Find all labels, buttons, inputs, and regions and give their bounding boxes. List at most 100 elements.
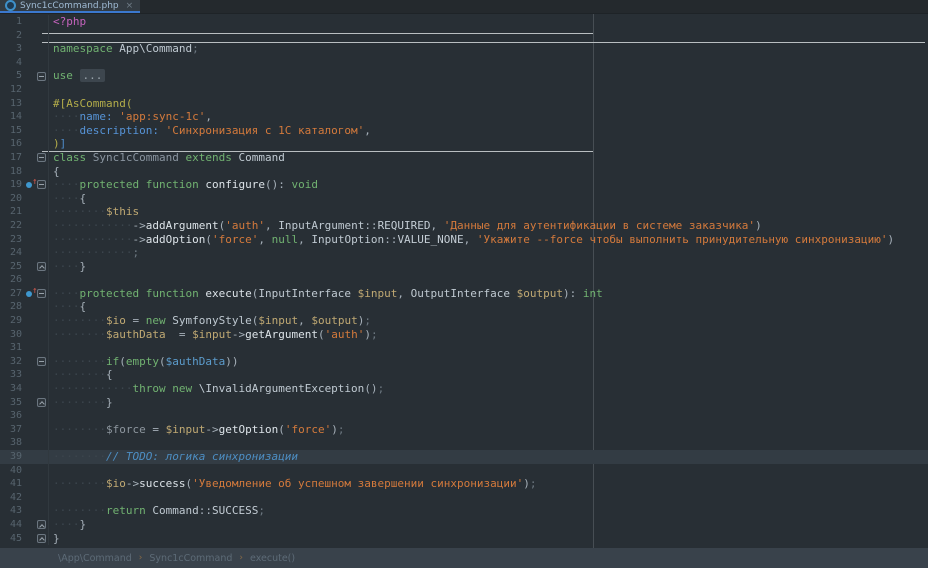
fold-collapse-icon[interactable] xyxy=(37,289,46,299)
fold-end-icon[interactable] xyxy=(37,397,46,407)
ide-window: Sync1cCommand.php × 1 <?php 2 3 namespace Ap… xyxy=(0,0,928,568)
code-line[interactable]: 19 ····protected function configure(): vo… xyxy=(0,177,928,192)
code-line[interactable]: 21 ········$this xyxy=(0,205,928,219)
fold-end-icon[interactable] xyxy=(37,520,46,530)
tab-sync1ccommand-php[interactable]: Sync1cCommand.php × xyxy=(0,0,141,13)
code-line[interactable]: 27 ····protected function execute(InputIn… xyxy=(0,286,928,301)
code-text xyxy=(48,82,928,97)
code-text: ············throw new \InvalidArgumentEx… xyxy=(48,382,928,396)
line-number: 40 xyxy=(9,464,22,476)
fold-collapse-icon[interactable] xyxy=(37,180,46,190)
overrides-method-icon[interactable] xyxy=(25,286,38,299)
code-line[interactable]: 41 ········$io->success('Уведомление об у… xyxy=(0,477,928,491)
fold-end-icon[interactable] xyxy=(37,533,46,543)
fold-collapse-icon[interactable] xyxy=(37,153,46,163)
line-number: 44 xyxy=(9,518,22,530)
line-number: 28 xyxy=(9,301,22,313)
code-text: ····{ xyxy=(48,191,928,206)
line-number: 26 xyxy=(9,274,22,286)
code-line[interactable]: 17 class Sync1cCommand extends Command xyxy=(0,150,928,165)
code-line[interactable]: 16)] xyxy=(0,137,928,151)
code-line[interactable]: 14 ····name: 'app:sync-1c', xyxy=(0,110,928,124)
code-text xyxy=(48,28,928,43)
code-line[interactable]: 40 xyxy=(0,463,928,478)
code-line[interactable]: 18 { xyxy=(0,164,928,179)
code-line[interactable]: 36 xyxy=(0,409,928,423)
line-number: 35 xyxy=(9,396,22,408)
code-text: ····description: 'Синхронизация с 1С кат… xyxy=(48,123,928,138)
code-line[interactable]: 25 ····} xyxy=(0,259,928,274)
code-line[interactable]: 24 ············; xyxy=(0,246,928,260)
line-number: 13 xyxy=(9,97,22,109)
code-text: use ... xyxy=(48,69,928,83)
tab-close-icon[interactable]: × xyxy=(126,1,134,11)
line-number: 42 xyxy=(9,491,22,503)
line-number: 3 xyxy=(15,43,22,55)
code-text: ············->addOption('force', null, I… xyxy=(48,232,928,247)
code-line[interactable]: 44 ····} xyxy=(0,517,928,532)
code-line[interactable]: 29 ········$io = new SymfonyStyle($input,… xyxy=(0,314,928,328)
code-lines: 1 <?php 2 3 namespace App\Command; 4 5 use ... 1… xyxy=(0,15,928,546)
code-line[interactable]: 20 ····{ xyxy=(0,191,928,206)
code-line[interactable]: 45} xyxy=(0,531,928,546)
code-line[interactable]: 12 xyxy=(0,82,928,97)
code-line[interactable]: 2 xyxy=(0,28,928,43)
code-line[interactable]: 23 ············->addOption('force', null,… xyxy=(0,232,928,247)
code-text: ····{ xyxy=(48,300,928,315)
code-line[interactable]: 34 ············throw new \InvalidArgument… xyxy=(0,382,928,396)
fold-end-icon[interactable] xyxy=(37,261,46,271)
code-text xyxy=(48,463,928,478)
code-line[interactable]: 33 ········{ xyxy=(0,368,928,383)
code-line[interactable]: 42 xyxy=(0,490,928,505)
code-line[interactable]: 26 xyxy=(0,273,928,287)
line-number: 19 xyxy=(9,179,22,191)
folded-code-placeholder[interactable]: ... xyxy=(79,69,106,83)
line-number: 12 xyxy=(9,83,22,95)
breadcrumb-item[interactable]: Sync1cCommand xyxy=(149,553,232,564)
code-line[interactable]: 35 ········} xyxy=(0,395,928,410)
code-text: ········$force = $input->getOption('forc… xyxy=(48,422,928,437)
code-line[interactable]: 37 ········$force = $input->getOption('fo… xyxy=(0,422,928,437)
code-line[interactable]: 4 xyxy=(0,55,928,70)
breadcrumb-item[interactable]: execute() xyxy=(250,553,295,564)
line-number: 22 xyxy=(9,219,22,231)
line-number: 27 xyxy=(9,287,22,299)
fold-collapse-icon[interactable] xyxy=(37,357,46,367)
code-line[interactable]: 31 xyxy=(0,341,928,355)
code-line[interactable]: 30 ········$authData = $input->getArgumen… xyxy=(0,327,928,342)
code-text xyxy=(48,409,928,423)
line-number: 45 xyxy=(9,532,22,544)
code-text: { xyxy=(48,164,928,179)
code-text: ····name: 'app:sync-1c', xyxy=(48,110,928,124)
code-text: ········{ xyxy=(48,368,928,383)
line-number: 20 xyxy=(9,192,22,204)
code-line[interactable]: 28 ····{ xyxy=(0,300,928,315)
code-text: ············; xyxy=(48,246,928,260)
code-line[interactable]: 13 #[AsCommand( xyxy=(0,96,928,111)
code-text: ····} xyxy=(48,517,928,532)
code-text: class Sync1cCommand extends Command xyxy=(48,150,928,165)
code-line[interactable]: 22 ············->addArgument('auth', Inpu… xyxy=(0,218,928,233)
code-editor[interactable]: 1 <?php 2 3 namespace App\Command; 4 5 use ... 1… xyxy=(0,14,928,548)
line-number: 4 xyxy=(15,56,22,68)
code-text xyxy=(48,490,928,505)
code-line[interactable]: 3 namespace App\Command; xyxy=(0,42,928,56)
line-number: 17 xyxy=(9,151,22,163)
line-number: 39 xyxy=(9,451,22,462)
code-text: ········if(empty($authData)) xyxy=(48,354,928,369)
code-line[interactable]: 15 ····description: 'Синхронизация с 1С к… xyxy=(0,123,928,138)
code-line[interactable]: 32 ········if(empty($authData)) xyxy=(0,354,928,369)
code-line-caret[interactable]: 39 ········// TODO: логика синхронизации xyxy=(0,450,928,464)
code-text: namespace App\Command; xyxy=(48,42,928,56)
line-number: 34 xyxy=(9,383,22,395)
code-line[interactable]: 5 use ... xyxy=(0,69,928,83)
breadcrumb-item[interactable]: \App\Command xyxy=(58,553,132,564)
code-text: ········$authData = $input->getArgument(… xyxy=(48,327,928,342)
code-line[interactable]: 38 xyxy=(0,436,928,450)
fold-collapse-icon[interactable] xyxy=(37,71,46,81)
line-number: 38 xyxy=(9,437,22,449)
code-line[interactable]: 1 <?php xyxy=(0,15,928,29)
overrides-method-icon[interactable] xyxy=(25,177,38,190)
code-text xyxy=(48,436,928,450)
code-line[interactable]: 43 ········return Command::SUCCESS; xyxy=(0,504,928,518)
